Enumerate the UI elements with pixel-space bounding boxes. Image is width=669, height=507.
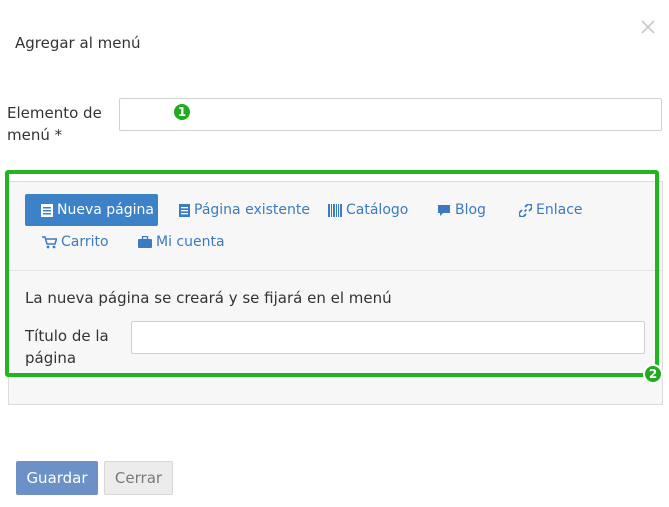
- briefcase-icon: [138, 236, 152, 248]
- tab-my-account[interactable]: Mi cuenta: [138, 226, 225, 258]
- menu-item-input[interactable]: [119, 98, 662, 131]
- page-title-input[interactable]: [131, 321, 645, 354]
- tabs-divider: [9, 270, 662, 271]
- tab-label: Carrito: [61, 234, 109, 250]
- tab-label: Catálogo: [346, 202, 409, 218]
- comment-icon: [437, 204, 451, 217]
- link-icon: [519, 203, 532, 217]
- save-button[interactable]: Guardar: [16, 461, 98, 495]
- tab-blog[interactable]: Blog: [437, 194, 486, 226]
- tab-cart[interactable]: Carrito: [42, 226, 109, 258]
- page-icon: [41, 203, 53, 217]
- menu-item-label: Elemento de menú *: [7, 104, 102, 144]
- tab-new-page[interactable]: Nueva página: [25, 194, 158, 226]
- close-icon[interactable]: [639, 18, 657, 36]
- callout-badge-2: 2: [643, 364, 663, 384]
- tab-catalog[interactable]: Catálogo: [328, 194, 408, 226]
- close-button[interactable]: Cerrar: [104, 461, 173, 495]
- tab-link[interactable]: Enlace: [519, 194, 583, 226]
- tab-existing-page[interactable]: Página existente: [179, 194, 310, 226]
- document-list-icon: [179, 203, 190, 217]
- tab-label: Nueva página: [57, 202, 154, 218]
- modal-title: Agregar al menú: [15, 34, 141, 52]
- catalog-icon: [328, 203, 342, 217]
- tab-label: Mi cuenta: [156, 234, 225, 250]
- cart-icon: [42, 235, 57, 249]
- callout-badge-1: 1: [172, 102, 192, 122]
- tab-label: Página existente: [194, 202, 310, 218]
- tab-label: Blog: [455, 202, 486, 218]
- new-page-description: La nueva página se creará y se fijará en…: [25, 289, 392, 307]
- page-title-label: Título de la página: [25, 327, 109, 367]
- tab-label: Enlace: [536, 202, 583, 218]
